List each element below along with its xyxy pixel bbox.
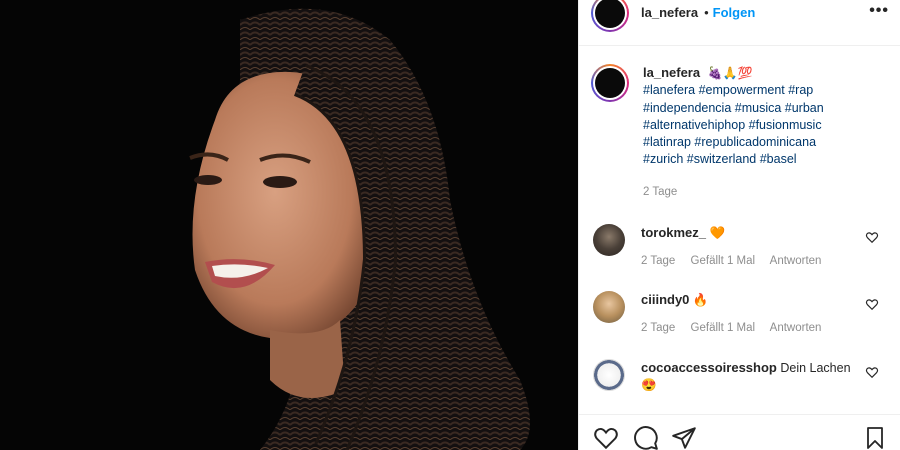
comment-username[interactable]: cocoaccessoiresshop (641, 360, 777, 375)
comment-text-continued: 😍 (641, 378, 657, 392)
comment-like-heart-icon[interactable] (865, 297, 879, 311)
commenter-avatar[interactable] (593, 291, 625, 323)
comment-username[interactable]: torokmez_ (641, 225, 706, 240)
commenter-avatar[interactable] (593, 224, 625, 256)
comment-text: Dein Lachen (780, 361, 851, 375)
reply-button[interactable]: Antworten (770, 322, 822, 334)
caption-hashtags[interactable]: #lanefera #empowerment #rap #independenc… (643, 82, 853, 168)
author-avatar[interactable] (591, 0, 629, 32)
caption-age: 2 Tage (643, 185, 678, 198)
separator-dot: • (704, 5, 709, 20)
bookmark-icon[interactable] (863, 425, 887, 450)
more-options-icon[interactable]: ••• (869, 2, 889, 20)
caption-avatar[interactable] (591, 64, 629, 102)
comment-age: 2 Tage (641, 255, 676, 267)
post-caption: la_nefera 🍇🙏💯 #lanefera #empowerment #ra… (591, 64, 891, 201)
comment-icon[interactable] (633, 425, 659, 450)
comment-age: 2 Tage (641, 322, 676, 334)
follow-button[interactable]: Folgen (713, 5, 756, 20)
portrait-image (0, 0, 578, 450)
comment-text: 🧡 (709, 226, 726, 240)
comment-like-heart-icon[interactable] (865, 230, 879, 244)
caption-username[interactable]: la_nefera (643, 65, 700, 80)
post-side-panel: la_nefera • Folgen ••• la_nefera 🍇🙏💯 #la… (578, 0, 900, 450)
author-username[interactable]: la_nefera (641, 5, 698, 20)
comment-like-heart-icon[interactable] (865, 365, 879, 379)
comment-item: ciiindy0 🔥 2 Tage Gefällt 1 Mal Antworte… (593, 291, 893, 337)
comment-username[interactable]: ciiindy0 (641, 292, 689, 307)
post-action-bar (579, 414, 900, 450)
comment-likes[interactable]: Gefällt 1 Mal (691, 322, 756, 334)
reply-button[interactable]: Antworten (770, 255, 822, 267)
post-header: la_nefera • Folgen ••• (579, 0, 900, 46)
comment-text: 🔥 (692, 293, 709, 307)
comment-likes[interactable]: Gefällt 1 Mal (691, 255, 756, 267)
caption-emojis: 🍇🙏💯 (707, 66, 753, 80)
share-icon[interactable] (671, 425, 697, 450)
heart-icon[interactable] (593, 425, 619, 450)
comment-item: torokmez_ 🧡 2 Tage Gefällt 1 Mal Antwort… (593, 224, 893, 270)
comment-item: cocoaccessoiresshop Dein Lachen 😍 (593, 359, 893, 394)
commenter-avatar[interactable] (593, 359, 625, 391)
post-photo[interactable] (0, 0, 578, 450)
